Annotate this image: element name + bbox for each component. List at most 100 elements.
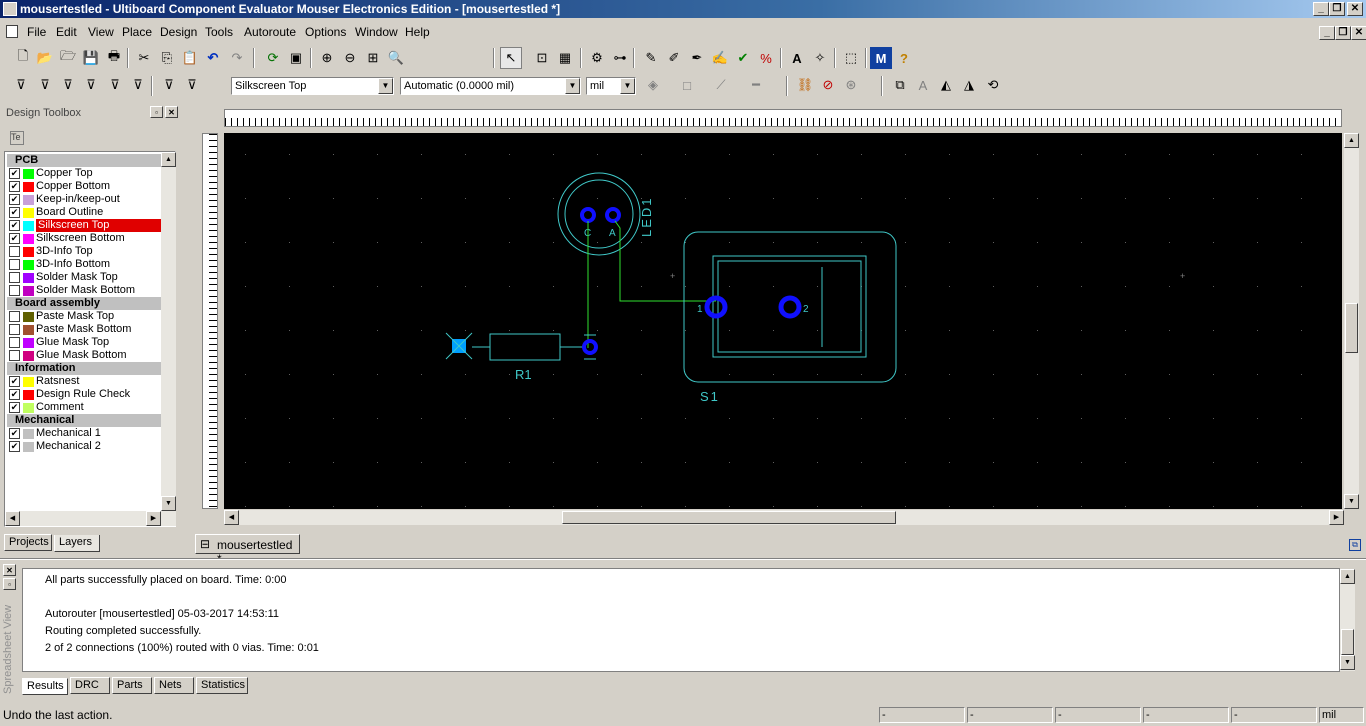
results-vscroll[interactable]: ▲ ▼ bbox=[1340, 569, 1355, 671]
chevron-down-icon[interactable]: ▼ bbox=[565, 78, 580, 94]
layer-checkbox[interactable]: ✔ bbox=[9, 428, 20, 439]
layer-checkbox[interactable]: ✔ bbox=[9, 194, 20, 205]
layer-checkbox[interactable]: ✔ bbox=[9, 207, 20, 218]
layer-checkbox[interactable]: ✔ bbox=[9, 376, 20, 387]
document-icon[interactable] bbox=[6, 25, 18, 38]
scroll-up-icon[interactable]: ▲ bbox=[161, 152, 176, 167]
tab-nets[interactable]: Nets bbox=[154, 677, 194, 694]
save-icon[interactable]: 💾 bbox=[80, 47, 102, 69]
align-icon[interactable]: ⧉ bbox=[889, 74, 911, 96]
canvas-hscroll-thumb[interactable] bbox=[562, 511, 896, 524]
layer-row[interactable]: Glue Mask Bottom bbox=[7, 349, 161, 362]
scroll-down-icon[interactable]: ▼ bbox=[1340, 655, 1355, 670]
rect-icon[interactable]: □ bbox=[676, 74, 698, 96]
tab-results[interactable]: Results bbox=[22, 678, 68, 695]
filter-text-icon[interactable]: ⊽ bbox=[158, 74, 180, 96]
trace-tool-icon[interactable]: ✐ bbox=[663, 47, 685, 69]
filter-via-icon[interactable]: ⊽ bbox=[80, 74, 102, 96]
toolbox-filter[interactable]: Te bbox=[10, 131, 24, 145]
filter-trace-icon[interactable]: ⊽ bbox=[57, 74, 79, 96]
tab-parts[interactable]: Parts bbox=[112, 677, 152, 694]
menu-design[interactable]: Design bbox=[160, 25, 197, 39]
tab-drc[interactable]: DRC bbox=[70, 677, 110, 694]
layer-row[interactable]: Solder Mask Bottom bbox=[7, 284, 161, 297]
width-select[interactable]: Automatic (0.0000 mil) ▼ bbox=[400, 77, 581, 95]
tab-projects[interactable]: Projects bbox=[4, 534, 52, 551]
layer-row[interactable]: Glue Mask Top bbox=[7, 336, 161, 349]
copy-icon[interactable]: ⎘ bbox=[156, 47, 178, 69]
route-icon[interactable]: ✍ bbox=[709, 47, 731, 69]
lock-icon[interactable]: ⊛ bbox=[840, 74, 862, 96]
layer-checkbox[interactable]: ✔ bbox=[9, 441, 20, 452]
filter-all-icon[interactable]: ⊽ bbox=[34, 74, 56, 96]
minimize-button[interactable]: _ bbox=[1313, 2, 1329, 16]
redo-icon[interactable]: ↷ bbox=[226, 47, 248, 69]
drc-icon[interactable]: % bbox=[755, 47, 777, 69]
menu-view[interactable]: View bbox=[88, 25, 114, 39]
unlink-icon[interactable]: ⊘ bbox=[817, 74, 839, 96]
zoom-out-icon[interactable]: ⊖ bbox=[339, 47, 361, 69]
layer-list-scrollbar[interactable]: ▲ ▼ bbox=[161, 152, 176, 526]
layer-row[interactable]: ✔ Mechanical 2 bbox=[7, 440, 161, 453]
scroll-right-icon[interactable]: ▶ bbox=[1329, 510, 1344, 525]
layer-row[interactable]: ✔ Keep-in/keep-out bbox=[7, 193, 161, 206]
toolbox-close-button[interactable]: ✕ bbox=[165, 106, 178, 118]
spreadsheet-close-button[interactable]: ✕ bbox=[3, 564, 16, 576]
print-icon[interactable]: 🖶 bbox=[103, 47, 125, 69]
scroll-left-icon[interactable]: ◀ bbox=[5, 511, 20, 526]
open-folder-icon[interactable]: 🗁 bbox=[57, 47, 79, 69]
canvas-vscroll-thumb[interactable] bbox=[1345, 303, 1358, 353]
layer-row[interactable]: ✔ Copper Top bbox=[7, 167, 161, 180]
frame-icon[interactable]: ⬚ bbox=[840, 47, 862, 69]
results-vscroll-thumb[interactable] bbox=[1341, 629, 1354, 655]
layer-row[interactable]: ✔ Silkscreen Top bbox=[7, 219, 162, 232]
flip-icon[interactable]: ◭ bbox=[935, 74, 957, 96]
menu-window[interactable]: Window bbox=[355, 25, 398, 39]
layer-checkbox[interactable] bbox=[9, 285, 20, 296]
fill-icon[interactable]: ◈ bbox=[642, 74, 664, 96]
tile-icon[interactable]: ⧉ bbox=[1349, 539, 1361, 551]
mdi-close-button[interactable]: ✕ bbox=[1351, 26, 1366, 40]
layer-checkbox[interactable] bbox=[9, 350, 20, 361]
filter-copper-icon[interactable]: ⊽ bbox=[127, 74, 149, 96]
layer-checkbox[interactable] bbox=[9, 324, 20, 335]
mdi-minimize-button[interactable]: _ bbox=[1319, 26, 1335, 40]
link-icon[interactable]: ⛓ bbox=[794, 74, 816, 96]
highlight-icon[interactable]: ✧ bbox=[809, 47, 831, 69]
layer-checkbox[interactable]: ✔ bbox=[9, 389, 20, 400]
menu-file[interactable]: File bbox=[27, 25, 46, 39]
scroll-up-icon[interactable]: ▲ bbox=[1344, 133, 1359, 148]
menu-tools[interactable]: Tools bbox=[205, 25, 233, 39]
layer-checkbox[interactable] bbox=[9, 337, 20, 348]
canvas-vscroll[interactable]: ▲ ▼ bbox=[1344, 133, 1359, 509]
layer-row[interactable]: Solder Mask Top bbox=[7, 271, 161, 284]
layer-checkbox[interactable]: ✔ bbox=[9, 181, 20, 192]
layer-row[interactable]: ✔ Mechanical 1 bbox=[7, 427, 161, 440]
zoom-fit-icon[interactable]: 🔍 bbox=[385, 47, 407, 69]
canvas-hscroll[interactable]: ◀ ▶ bbox=[224, 510, 1344, 525]
menu-options[interactable]: Options bbox=[305, 25, 346, 39]
restore-button[interactable]: ❐ bbox=[1329, 2, 1345, 16]
layer-checkbox[interactable]: ✔ bbox=[9, 233, 20, 244]
chevron-down-icon[interactable]: ▼ bbox=[620, 78, 635, 94]
layer-row[interactable]: ✔ Copper Bottom bbox=[7, 180, 161, 193]
menu-autoroute[interactable]: Autoroute bbox=[244, 25, 296, 39]
rotate-icon[interactable]: ⟲ bbox=[982, 74, 1004, 96]
menu-help[interactable]: Help bbox=[405, 25, 430, 39]
line-style-icon[interactable]: ⟋ bbox=[710, 74, 732, 96]
unit-select[interactable]: mil ▼ bbox=[586, 77, 636, 95]
refresh-icon[interactable]: ⟳ bbox=[262, 47, 284, 69]
chevron-down-icon[interactable]: ▼ bbox=[378, 78, 393, 94]
layer-checkbox[interactable]: ✔ bbox=[9, 402, 20, 413]
cut-icon[interactable]: ✂ bbox=[133, 47, 155, 69]
grid-icon[interactable]: ⊡ bbox=[531, 47, 553, 69]
layer-row[interactable]: 3D-Info Bottom bbox=[7, 258, 161, 271]
menu-place[interactable]: Place bbox=[122, 25, 152, 39]
layer-row[interactable]: ✔ Comment bbox=[7, 401, 161, 414]
mdi-restore-button[interactable]: ❐ bbox=[1335, 26, 1351, 40]
scroll-up-icon[interactable]: ▲ bbox=[1340, 569, 1355, 584]
layer-row[interactable]: ✔ Silkscreen Bottom bbox=[7, 232, 161, 245]
layer-select[interactable]: Silkscreen Top ▼ bbox=[231, 77, 394, 95]
pcb-canvas[interactable]: C A LED1 R1 1 2 S1 + + bbox=[224, 133, 1342, 509]
filter-attr-icon[interactable]: ⊽ bbox=[181, 74, 203, 96]
